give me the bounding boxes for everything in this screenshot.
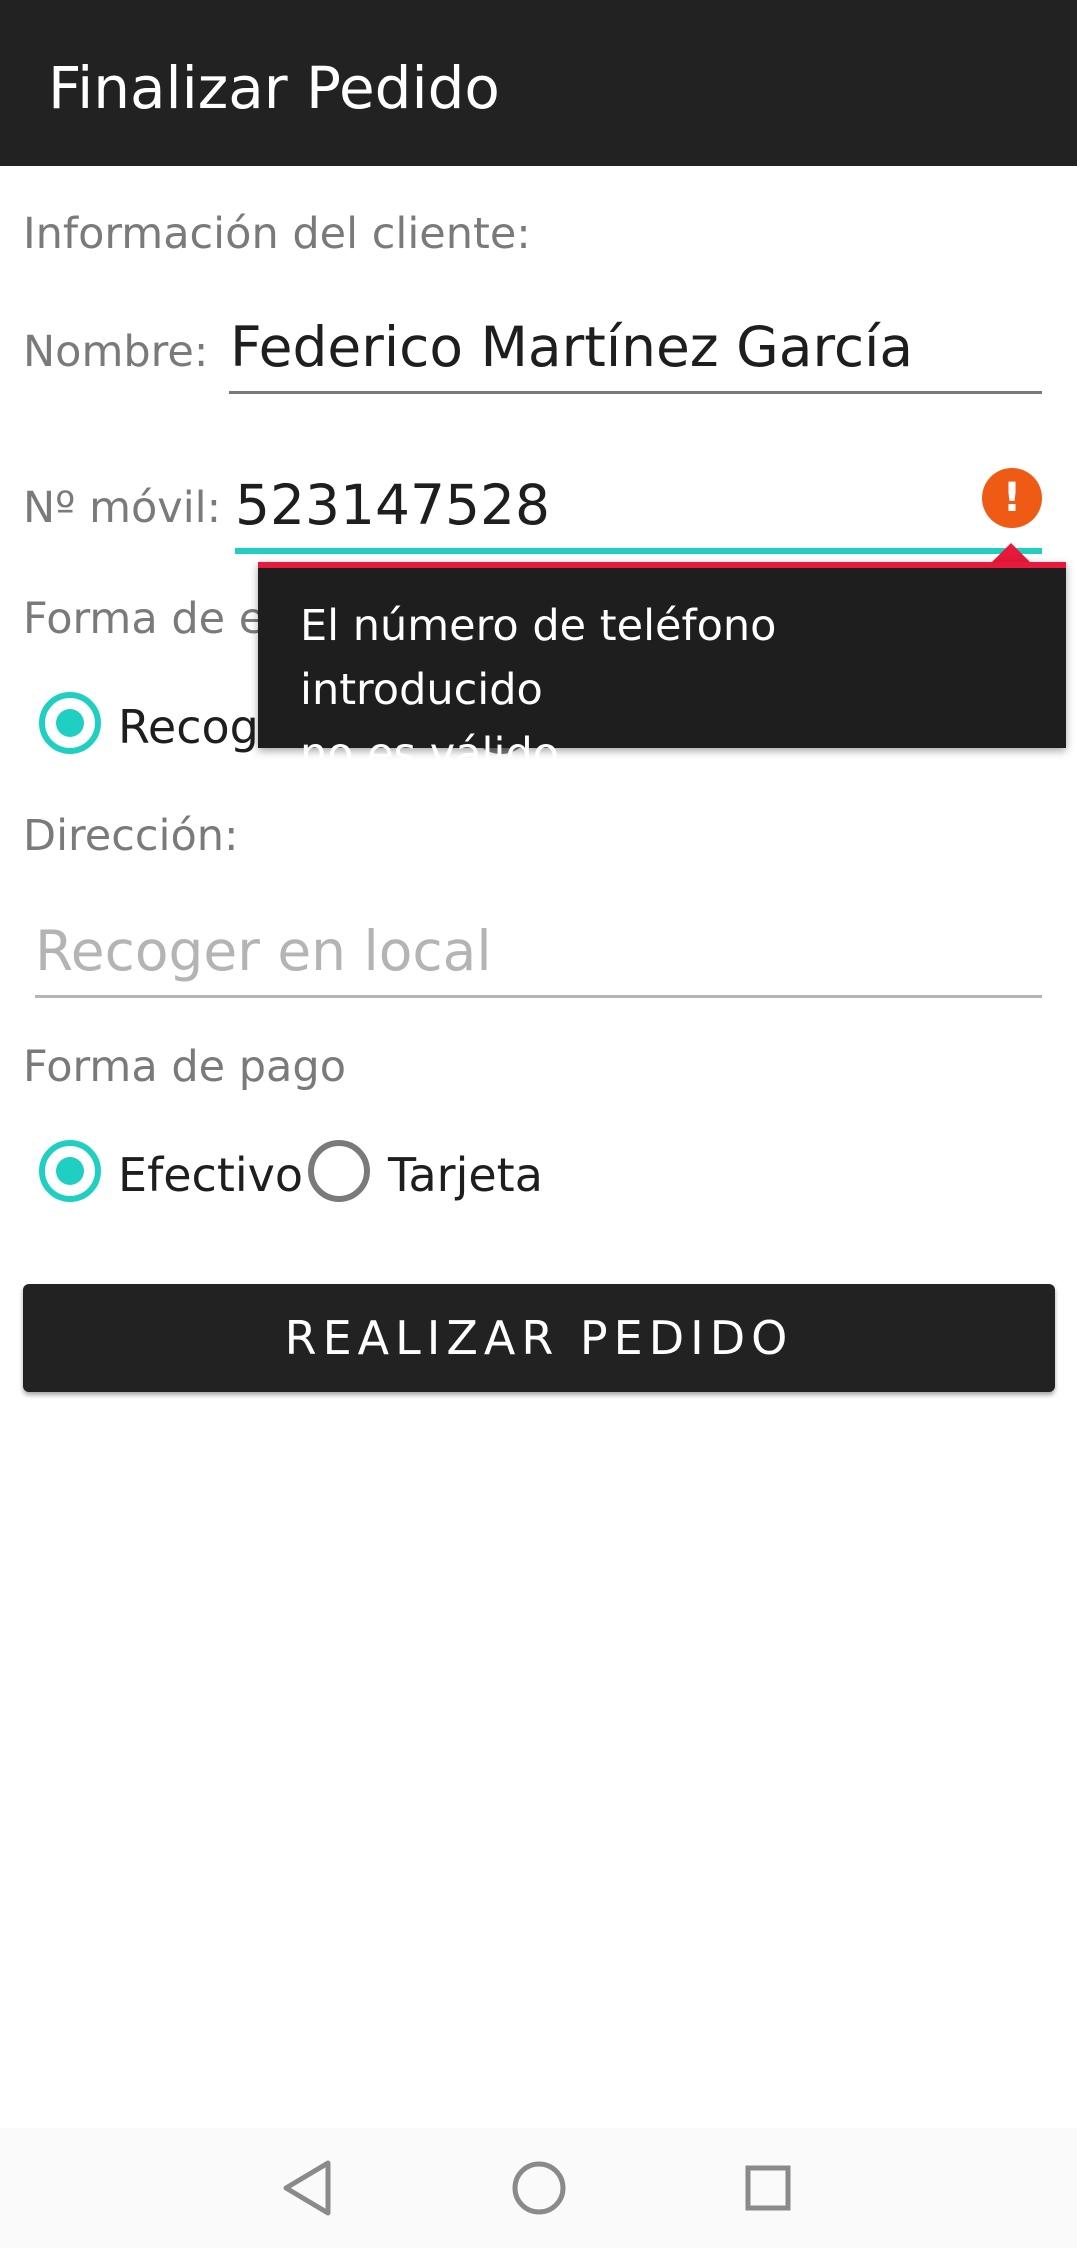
name-input-value[interactable]: Federico Martínez García xyxy=(230,312,913,382)
system-navigation-bar xyxy=(0,2128,1077,2248)
address-field-underline xyxy=(35,995,1042,998)
customer-info-label: Información del cliente: xyxy=(23,209,531,259)
card-radio-label[interactable]: Tarjeta xyxy=(388,1145,543,1205)
cash-radio-label[interactable]: Efectivo xyxy=(118,1145,303,1205)
home-icon[interactable] xyxy=(479,2128,599,2248)
phone-field-underline xyxy=(235,548,1042,554)
phone-label: Nº móvil: xyxy=(23,483,222,533)
tooltip-arrow xyxy=(991,543,1031,563)
error-message-line-1: El número de teléfono introducido xyxy=(300,601,777,715)
name-field-underline xyxy=(229,391,1042,394)
recents-icon[interactable] xyxy=(708,2128,828,2248)
address-label: Dirección: xyxy=(23,811,239,861)
place-order-button[interactable]: REALIZAR PEDIDO xyxy=(23,1284,1055,1392)
error-icon: ! xyxy=(982,468,1042,528)
name-label: Nombre: xyxy=(23,327,209,377)
phone-input-value[interactable]: 523147528 xyxy=(235,470,550,540)
error-tooltip: El número de teléfono introducido no es … xyxy=(258,562,1066,779)
error-message-line-2: no es válido xyxy=(300,729,560,779)
app-bar: Finalizar Pedido xyxy=(0,0,1077,166)
card-radio[interactable] xyxy=(308,1140,370,1202)
payment-method-label: Forma de pago xyxy=(23,1042,347,1092)
cash-radio[interactable] xyxy=(39,1140,101,1202)
page-title: Finalizar Pedido xyxy=(48,54,500,122)
pickup-radio[interactable] xyxy=(39,692,101,754)
address-placeholder[interactable]: Recoger en local xyxy=(35,916,492,986)
back-icon[interactable] xyxy=(248,2128,368,2248)
